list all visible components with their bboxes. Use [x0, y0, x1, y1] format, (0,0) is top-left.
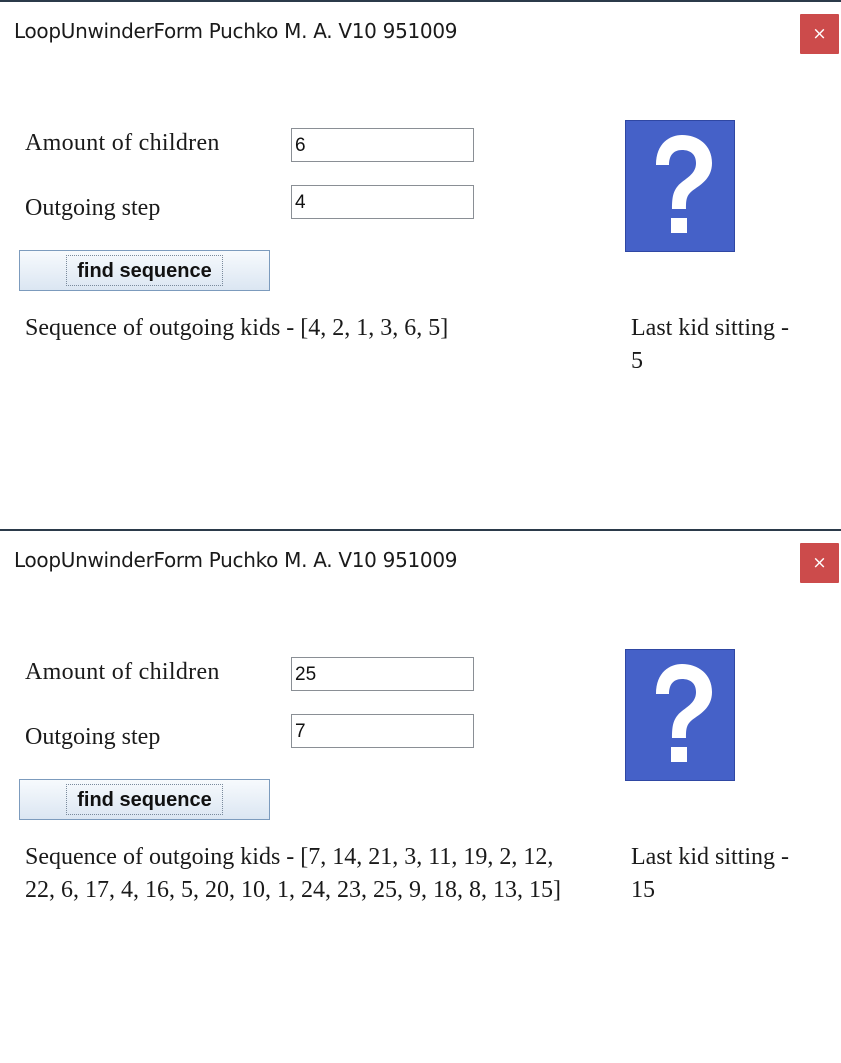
outgoing-step-input[interactable]: 4: [291, 185, 474, 219]
app-window-2: LoopUnwinderForm Puchko M. A. V10 951009…: [0, 529, 841, 1059]
outgoing-step-label: Outgoing step: [25, 724, 161, 750]
outgoing-step-label: Outgoing step: [25, 195, 161, 221]
last-kid-result-text: Last kid sitting - 15: [631, 844, 789, 903]
last-kid-result-text: Last kid sitting - 5: [631, 315, 789, 374]
outgoing-step-input[interactable]: 7: [291, 714, 474, 748]
close-button[interactable]: ×: [800, 543, 839, 583]
find-sequence-button[interactable]: find sequence: [19, 779, 270, 820]
close-button[interactable]: ×: [800, 14, 839, 54]
sequence-result-text: Sequence of outgoing kids - [4, 2, 1, 3,…: [25, 315, 449, 341]
sequence-result-text: Sequence of outgoing kids - [7, 14, 21, …: [25, 844, 561, 903]
amount-of-children-label: Amount of children: [25, 659, 220, 685]
amount-of-children-input[interactable]: 25: [291, 657, 474, 691]
find-sequence-button-label: find sequence: [66, 784, 223, 815]
amount-of-children-label: Amount of children: [25, 130, 220, 156]
find-sequence-button[interactable]: find sequence: [19, 250, 270, 291]
app-window-1: LoopUnwinderForm Puchko M. A. V10 951009…: [0, 0, 841, 530]
find-sequence-button-label: find sequence: [66, 255, 223, 286]
window-title: LoopUnwinderForm Puchko M. A. V10 951009: [14, 548, 458, 572]
window-title: LoopUnwinderForm Puchko M. A. V10 951009: [14, 19, 458, 43]
amount-of-children-input[interactable]: 6: [291, 128, 474, 162]
question-mark-icon: [625, 120, 735, 252]
question-mark-icon: [625, 649, 735, 781]
